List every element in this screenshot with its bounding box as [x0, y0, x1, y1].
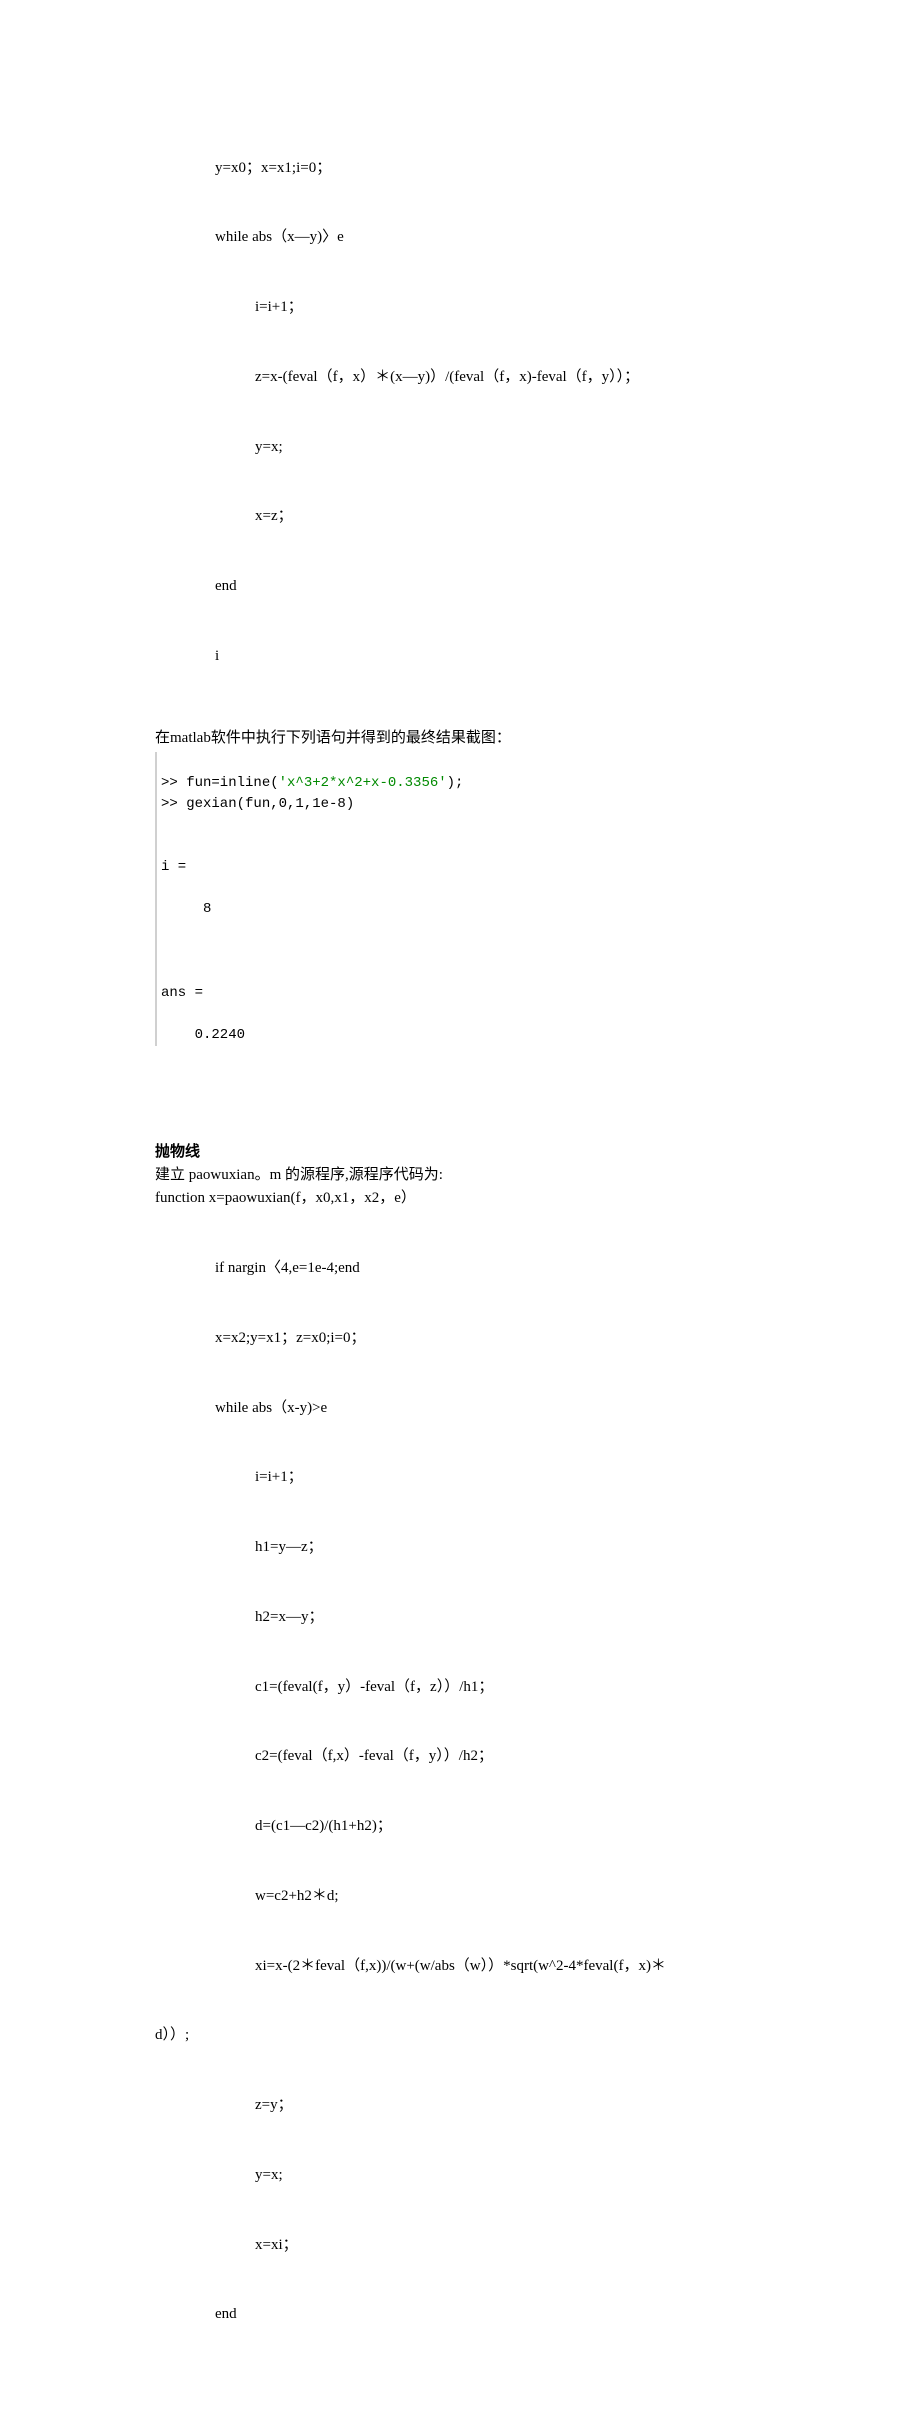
console-line: 0.2240 — [161, 1027, 245, 1043]
description-text: 在matlab软件中执行下列语句并得到的最终结果截图： — [155, 727, 765, 750]
paowuxian-code-cont: z=y； y=x; x=xi； end — [215, 2048, 765, 2374]
matlab-console: >> fun=inline('x^3+2*x^2+x-0.3356'); >> … — [155, 752, 765, 1046]
code-line: i=i+1； — [215, 1466, 765, 1489]
code-line: y=x; — [215, 2164, 765, 2187]
console-line: 8 — [161, 901, 211, 917]
code-line: i — [215, 645, 765, 668]
console-line: i = — [161, 859, 186, 875]
code-line: x=x2;y=x1；z=x0;i=0； — [215, 1327, 765, 1350]
code-line: while abs（x—y)〉e — [215, 226, 765, 249]
section-paowuxian: 抛物线 建立 paowuxian。m 的源程序,源程序代码为: function… — [155, 1141, 765, 2373]
code-line: xi=x-(2＊feval（f,x))/(w+(w/abs（w））*sqrt(w… — [215, 1955, 765, 1978]
gexian-code: y=x0；x=x1;i=0； while abs（x—y)〉e i=i+1； z… — [215, 110, 765, 715]
code-line: while abs（x-y)>e — [215, 1397, 765, 1420]
code-line: x=xi； — [215, 2234, 765, 2257]
code-line: x=z； — [215, 505, 765, 528]
code-line: z=x-(feval（f，x）＊(x—y)）/(feval（f，x)-feval… — [215, 366, 765, 389]
code-line: i=i+1； — [215, 296, 765, 319]
code-line: c2=(feval（f,x）-feval（f，y））/h2； — [215, 1745, 765, 1768]
code-line: end — [215, 575, 765, 598]
code-line: if nargin〈4,e=1e-4;end — [215, 1257, 765, 1280]
code-line: end — [215, 2303, 765, 2326]
console-line: ans = — [161, 985, 203, 1001]
code-line: w=c2+h2＊d; — [215, 1885, 765, 1908]
section-description: 建立 paowuxian。m 的源程序,源程序代码为: — [155, 1164, 765, 1187]
code-line: y=x0；x=x1;i=0； — [215, 157, 765, 180]
code-line: c1=(feval(f，y）-feval（f，z））/h1； — [215, 1676, 765, 1699]
code-line: d=(c1—c2)/(h1+h2)； — [215, 1815, 765, 1838]
console-line: >> gexian(fun,0,1,1e-8) — [161, 796, 354, 812]
code-line: h2=x—y； — [215, 1606, 765, 1629]
spacer — [155, 1046, 765, 1141]
page: y=x0；x=x1;i=0； while abs（x—y)〉e i=i+1； z… — [0, 0, 920, 2433]
code-line: y=x; — [215, 436, 765, 459]
console-line: >> fun=inline('x^3+2*x^2+x-0.3356'); — [161, 775, 463, 791]
code-line: function x=paowuxian(f，x0,x1，x2，e） — [155, 1187, 765, 1210]
code-line: z=y； — [215, 2094, 765, 2117]
section-heading: 抛物线 — [155, 1141, 765, 1164]
code-line: d））; — [155, 2024, 765, 2047]
code-line: h1=y—z； — [215, 1536, 765, 1559]
paowuxian-code: if nargin〈4,e=1e-4;end x=x2;y=x1；z=x0;i=… — [215, 1211, 765, 2025]
